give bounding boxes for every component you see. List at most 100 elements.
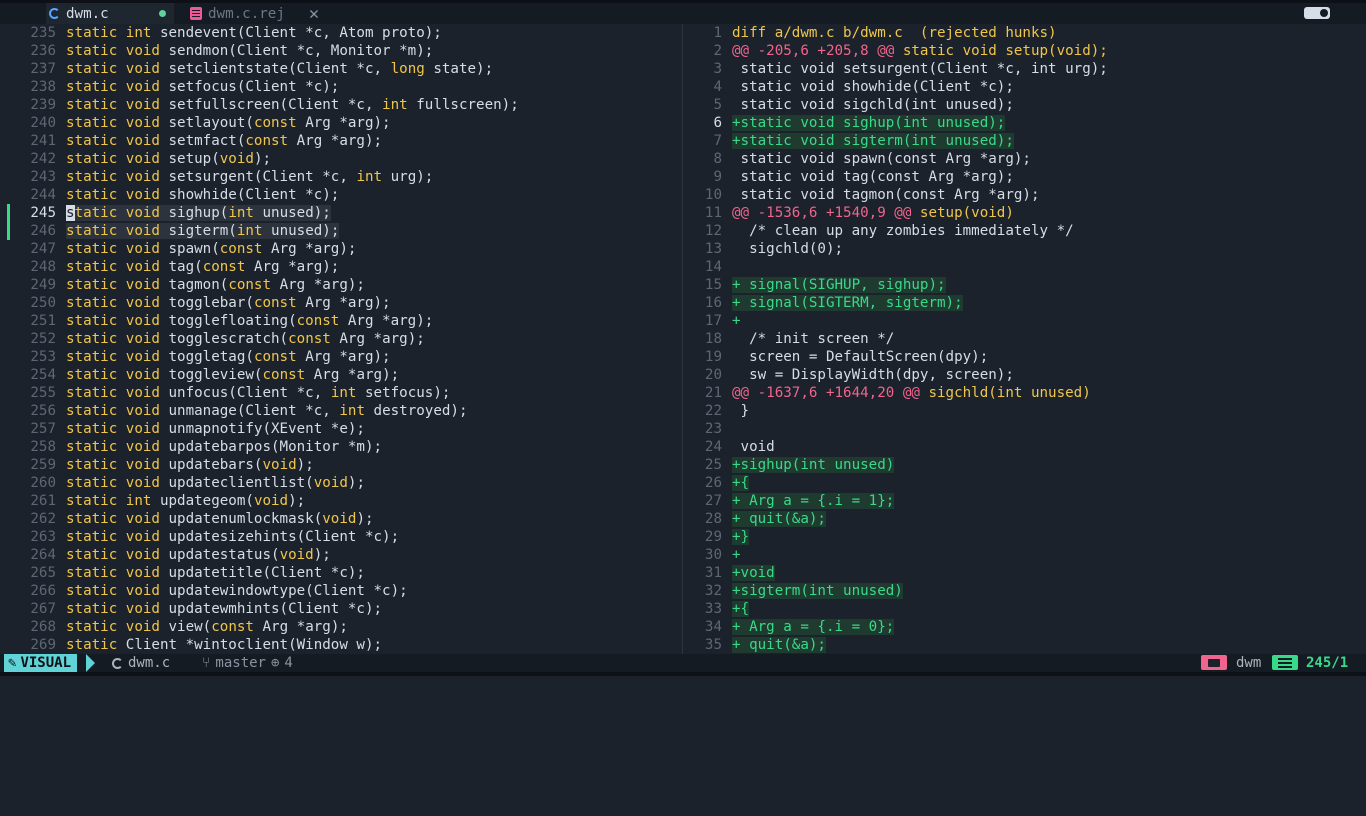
diff-line[interactable]: 21 @@ -1637,6 +1644,20 @@ sigchld(int unu… [683,384,1366,402]
code-line[interactable]: 259 static void updatebars(void); [0,456,682,474]
diff-line[interactable]: 16 + signal(SIGTERM, sigterm); [683,294,1366,312]
code-line[interactable]: 243 static void setsurgent(Client *c, int… [0,168,682,186]
code-line[interactable]: 254 static void toggleview(const Arg *arg… [0,366,682,384]
code-text: static void togglescratch(const Arg *arg… [66,331,425,347]
diff-line[interactable]: 10 static void tagmon(const Arg *arg); [683,186,1366,204]
diff-line[interactable]: 31 +void [683,564,1366,582]
tab-dwm-c-rej[interactable]: dwm.c.rej ✕ [190,3,319,24]
diff-line[interactable]: 25 +sighup(int unused) [683,456,1366,474]
diff-line[interactable]: 13 sigchld(0); [683,240,1366,258]
diff-line[interactable]: 26 +{ [683,474,1366,492]
code-line[interactable]: 267 static void updatewmhints(Client *c); [0,600,682,618]
editor-pane-left[interactable]: 235 static int sendevent(Client *c, Atom … [0,24,682,654]
diff-line[interactable]: 18 /* init screen */ [683,330,1366,348]
close-icon[interactable]: ✕ [309,4,319,24]
code-line[interactable]: 241 static void setmfact(const Arg *arg); [0,132,682,150]
code-line[interactable]: 236 static void sendmon(Client *c, Monito… [0,42,682,60]
editor-pane-right[interactable]: 1 diff a/dwm.c b/dwm.c (rejected hunks) 2 @… [683,24,1366,654]
code-line[interactable]: 251 static void togglefloating(const Arg … [0,312,682,330]
diff-line[interactable]: 29 +} [683,528,1366,546]
diff-line[interactable]: 2 @@ -205,6 +205,8 @@ static void setup(v… [683,42,1366,60]
toggle-icon[interactable] [1299,3,1335,23]
diff-line[interactable]: 19 screen = DefaultScreen(dpy); [683,348,1366,366]
diff-text: static void sigchld(int unused); [732,97,1014,113]
code-line[interactable]: 260 static void updateclientlist(void); [0,474,682,492]
line-number: 239 [30,97,56,113]
code-token: void [125,43,169,59]
diff-line[interactable]: 28 + quit(&a); [683,510,1366,528]
code-line[interactable]: 264 static void updatestatus(void); [0,546,682,564]
diff-line[interactable]: 14 [683,258,1366,276]
code-line[interactable]: 265 static void updatetitle(Client *c); [0,564,682,582]
diff-line[interactable]: 22 } [683,402,1366,420]
code-token: sendmon(Client *c, Monitor *m); [168,43,434,59]
diff-line[interactable]: 8 static void spawn(const Arg *arg); [683,150,1366,168]
diff-line[interactable]: 12 /* clean up any zombies immediately *… [683,222,1366,240]
diff-line[interactable]: 4 static void showhide(Client *c); [683,78,1366,96]
diff-line[interactable]: 11 @@ -1536,6 +1540,9 @@ setup(void) [683,204,1366,222]
code-line[interactable]: 256 static void unmanage(Client *c, int d… [0,402,682,420]
tab-dwm-c[interactable]: dwm.c [46,3,174,24]
code-line[interactable]: 246 static void sigterm(int unused); [0,222,682,240]
code-line[interactable]: 238 static void setfocus(Client *c); [0,78,682,96]
code-token: const [202,259,254,275]
code-line[interactable]: 257 static void unmapnotify(XEvent *e); [0,420,682,438]
code-line[interactable]: 255 static void unfocus(Client *c, int se… [0,384,682,402]
code-token: Arg *arg); [279,277,365,293]
code-line[interactable]: 240 static void setlayout(const Arg *arg)… [0,114,682,132]
code-line[interactable]: 263 static void updatesizehints(Client *c… [0,528,682,546]
code-line[interactable]: 249 static void tagmon(const Arg *arg); [0,276,682,294]
code-line[interactable]: 235 static int sendevent(Client *c, Atom … [0,24,682,42]
code-token: spawn( [168,241,220,257]
line-number: 237 [30,61,56,77]
diff-line[interactable]: 3 static void setsurgent(Client *c, int … [683,60,1366,78]
diff-line[interactable]: 35 + quit(&a); [683,636,1366,654]
diff-line[interactable]: 23 [683,420,1366,438]
code-line[interactable]: 261 static int updategeom(void); [0,492,682,510]
diff-text: diff a/dwm.c b/dwm.c (rejected hunks) [732,25,1057,41]
line-number: 264 [30,547,56,563]
code-token: ); [347,475,365,491]
code-token: void [125,529,169,545]
code-token: static [66,367,126,383]
code-line[interactable]: 253 static void toggletag(const Arg *arg)… [0,348,682,366]
line-number: 247 [30,241,56,257]
line-number: 267 [30,601,56,617]
code-line[interactable]: 268 static void view(const Arg *arg); [0,618,682,636]
code-token: setclientstate(Client *c, [168,61,391,77]
command-line[interactable] [0,672,1366,676]
diff-line[interactable]: 24 void [683,438,1366,456]
diff-line[interactable]: 17 + [683,312,1366,330]
code-line[interactable]: 266 static void updatewindowtype(Client *… [0,582,682,600]
diff-line[interactable]: 34 + Arg a = {.i = 0}; [683,618,1366,636]
diff-line[interactable]: 20 sw = DisplayWidth(dpy, screen); [683,366,1366,384]
diff-line[interactable]: 6 +static void sighup(int unused); [683,114,1366,132]
code-line[interactable]: 247 static void spawn(const Arg *arg); [0,240,682,258]
code-line[interactable]: 245 static void sighup(int unused); [0,204,682,222]
code-token: int [125,25,160,41]
code-line[interactable]: 250 static void togglebar(const Arg *arg)… [0,294,682,312]
diff-line[interactable]: 5 static void sigchld(int unused); [683,96,1366,114]
diff-line[interactable]: 15 + signal(SIGHUP, sighup); [683,276,1366,294]
diff-line[interactable]: 33 +{ [683,600,1366,618]
code-line[interactable]: 262 static void updatenumlockmask(void); [0,510,682,528]
diff-line[interactable]: 27 + Arg a = {.i = 1}; [683,492,1366,510]
diff-line[interactable]: 9 static void tag(const Arg *arg); [683,168,1366,186]
code-line[interactable]: 248 static void tag(const Arg *arg); [0,258,682,276]
code-line[interactable]: 252 static void togglescratch(const Arg *… [0,330,682,348]
diff-text: +sighup(int unused) [732,457,895,473]
diff-line[interactable]: 1 diff a/dwm.c b/dwm.c (rejected hunks) [683,24,1366,42]
code-token: void [125,475,169,491]
code-line[interactable]: 242 static void setup(void); [0,150,682,168]
code-line[interactable]: 258 static void updatebarpos(Monitor *m); [0,438,682,456]
diff-line[interactable]: 32 +sigterm(int unused) [683,582,1366,600]
diff-text: +sigterm(int unused) [732,583,903,599]
code-token: setup( [168,151,220,167]
diff-line[interactable]: 7 +static void sigterm(int unused); [683,132,1366,150]
code-line[interactable]: 239 static void setfullscreen(Client *c, … [0,96,682,114]
code-line[interactable]: 237 static void setclientstate(Client *c,… [0,60,682,78]
code-line[interactable]: 244 static void showhide(Client *c); [0,186,682,204]
diff-line[interactable]: 30 + [683,546,1366,564]
code-token: static [66,115,126,131]
code-line[interactable]: 269 static Client *wintoclient(Window w); [0,636,682,654]
